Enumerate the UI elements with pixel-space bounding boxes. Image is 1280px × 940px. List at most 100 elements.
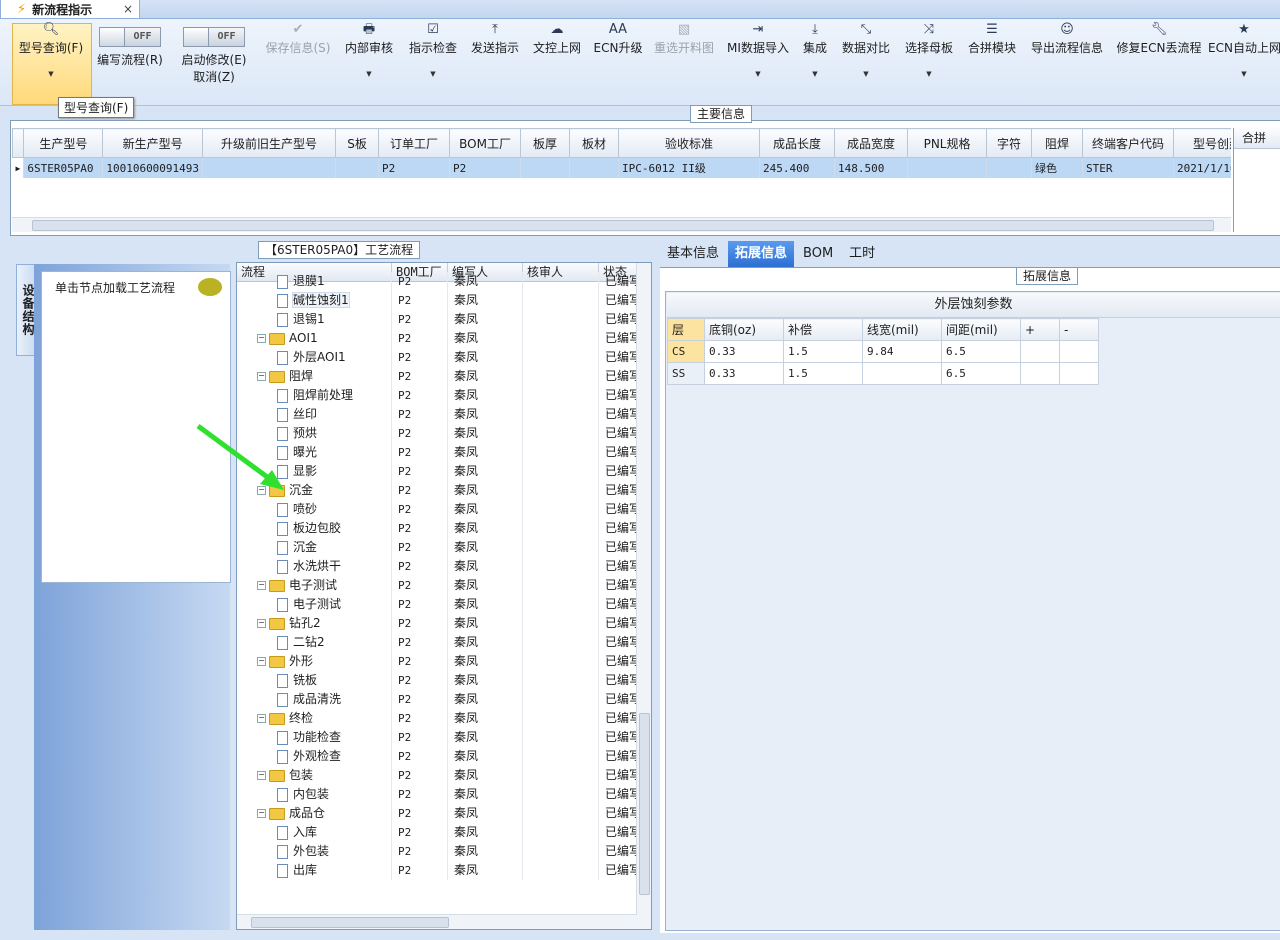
collapse-icon[interactable]: − [257,714,266,723]
param-cell[interactable]: 9.84 [862,340,942,363]
param-cell[interactable]: 1.5 [783,362,863,385]
column-header[interactable]: 字符 [986,128,1033,158]
tree-row[interactable]: − 包装 P2 秦凤 已编写 [237,766,651,785]
param-column-header[interactable]: 补偿 [783,318,863,341]
dropdown-arrow-icon[interactable]: ▼ [724,70,792,78]
tree-row[interactable]: 电子测试 P2 秦凤 已编写 [237,595,651,614]
internal-review-button[interactable]: 🖶 内部审核 ▼ [338,19,400,105]
column-header[interactable]: 成品宽度 [834,128,909,158]
tree-node[interactable]: 碱性蚀刻1 [237,291,392,310]
tree-node[interactable]: − 成品仓 [237,804,392,823]
collapse-icon[interactable]: − [257,334,266,343]
tree-row[interactable]: 铣板 P2 秦凤 已编写 [237,671,651,690]
toggle-switch[interactable]: OFF [183,27,245,47]
collapse-icon[interactable]: − [257,372,266,381]
param-cell[interactable] [862,362,942,385]
tree-node[interactable]: 板边包胶 [237,519,392,538]
tree-row[interactable]: 入库 P2 秦凤 已编写 [237,823,651,842]
toggle-start-modify[interactable]: OFF 启动修改(E) 取消(Z) [178,27,250,113]
tree-row[interactable]: 成品清洗 P2 秦凤 已编写 [237,690,651,709]
send-instruction-button[interactable]: ⤒ 发送指示 [466,19,524,105]
column-header[interactable]: 阻焊 [1031,128,1084,158]
instruction-check-button[interactable]: ☑ 指示检查 ▼ [404,19,462,105]
tree-row[interactable]: 退膜1 P2 秦凤 已编写 [237,272,651,291]
tree-node[interactable]: 退膜1 [237,272,392,291]
tree-row[interactable]: − 终检 P2 秦凤 已编写 [237,709,651,728]
column-header[interactable]: 新生产型号 [102,128,204,158]
param-column-header[interactable]: 线宽(mil) [862,318,942,341]
tree-node[interactable]: 内包装 [237,785,392,804]
tree-node[interactable]: − 包装 [237,766,392,785]
tab-basic[interactable]: 基本信息 [660,241,726,267]
tree-row[interactable]: 预烘 P2 秦凤 已编写 [237,424,651,443]
dropdown-arrow-icon[interactable]: ▼ [900,70,958,78]
tree-row[interactable]: 沉金 P2 秦凤 已编写 [237,538,651,557]
column-header[interactable]: 升级前旧生产型号 [202,128,337,158]
export-flow-button[interactable]: ☺ 导出流程信息 [1026,19,1108,105]
tree-node[interactable]: 退锡1 [237,310,392,329]
param-cell[interactable]: 1.5 [783,340,863,363]
tree-row[interactable]: 内包装 P2 秦凤 已编写 [237,785,651,804]
tree-row[interactable]: 丝印 P2 秦凤 已编写 [237,405,651,424]
tree-row[interactable]: 功能检查 P2 秦凤 已编写 [237,728,651,747]
tree-node[interactable]: 铣板 [237,671,392,690]
tree-node[interactable]: − AOI1 [237,329,392,348]
save-info-button[interactable]: ✔ 保存信息(S) [258,19,338,105]
param-column-header[interactable]: 底铜(oz) [704,318,784,341]
param-cell[interactable]: 0.33 [704,340,784,363]
tree-node[interactable]: 成品清洗 [237,690,392,709]
tree-row[interactable]: 外包装 P2 秦凤 已编写 [237,842,651,861]
tree-row[interactable]: − AOI1 P2 秦凤 已编写 [237,329,651,348]
column-header[interactable]: BOM工厂 [449,128,522,158]
tree-node[interactable]: − 终检 [237,709,392,728]
tree-row[interactable]: − 电子测试 P2 秦凤 已编写 [237,576,651,595]
tree-node[interactable]: 外层AOI1 [237,348,392,367]
process-tree-hscrollbar[interactable] [237,914,637,929]
column-header[interactable]: 验收标准 [618,128,761,158]
ecn-auto-button[interactable]: ★ ECN自动上网 ▼ [1208,19,1280,105]
tree-row[interactable]: 喷砂 P2 秦凤 已编写 [237,500,651,519]
column-header[interactable]: PNL规格 [907,128,988,158]
table-row[interactable]: ▶ 6STER05PA0 10010600091493 P2 P2 IPC-6012 II… [12,157,1231,178]
main-info-hscrollbar[interactable] [12,217,1231,232]
param-cell[interactable]: 6.5 [941,362,1021,385]
collapse-icon[interactable]: − [257,809,266,818]
tab-bom[interactable]: BOM [796,241,840,267]
dropdown-arrow-icon[interactable]: ▼ [1208,70,1280,78]
column-header[interactable]: 板材 [569,128,620,158]
param-cell[interactable]: 6.5 [941,340,1021,363]
tree-node[interactable]: 外包装 [237,842,392,861]
dropdown-arrow-icon[interactable]: ▼ [798,70,832,78]
tree-row[interactable]: 显影 P2 秦凤 已编写 [237,462,651,481]
tree-node[interactable]: − 电子测试 [237,576,392,595]
tree-row[interactable]: 退锡1 P2 秦凤 已编写 [237,310,651,329]
param-row[interactable]: SS 0.33 1.5 6.5 [667,362,1099,385]
param-column-header[interactable]: 层 [667,318,705,341]
param-column-header[interactable]: + [1020,318,1060,341]
mi-import-button[interactable]: ⇥ MI数据导入 ▼ [724,19,792,105]
dropdown-arrow-icon[interactable]: ▼ [12,70,90,78]
tree-node[interactable]: 出库 [237,861,392,880]
process-tree-vscrollbar[interactable] [636,263,651,929]
tree-row[interactable]: − 外形 P2 秦凤 已编写 [237,652,651,671]
dropdown-arrow-icon[interactable]: ▼ [838,70,894,78]
tree-row[interactable]: 二钻2 P2 秦凤 已编写 [237,633,651,652]
tab-new-flow[interactable]: ⚡ 新流程指示 × [0,0,140,19]
param-column-header[interactable]: 间距(mil) [941,318,1021,341]
tree-row[interactable]: − 阻焊 P2 秦凤 已编写 [237,367,651,386]
model-query-button[interactable]: 🔍︎ 型号查询(F) ▼ [12,19,90,105]
tree-row[interactable]: 外观检查 P2 秦凤 已编写 [237,747,651,766]
integrate-button[interactable]: ⤓ 集成 ▼ [798,19,832,105]
tree-row[interactable]: − 沉金 P2 秦凤 已编写 [237,481,651,500]
ecn-upgrade-button[interactable]: AA ECN升级 [592,19,644,105]
column-header[interactable]: 订单工厂 [378,128,451,158]
tab-hours[interactable]: 工时 [842,241,882,267]
reselect-diagram-button[interactable]: ▧ 重选开料图 [648,19,720,105]
tree-row[interactable]: 水洗烘干 P2 秦凤 已编写 [237,557,651,576]
tree-node[interactable]: 喷砂 [237,500,392,519]
dropdown-arrow-icon[interactable]: ▼ [404,70,462,78]
select-master-button[interactable]: ⤨ 选择母板 ▼ [900,19,958,105]
tree-node[interactable]: 外观检查 [237,747,392,766]
tree-node[interactable]: 水洗烘干 [237,557,392,576]
tree-node[interactable]: 电子测试 [237,595,392,614]
